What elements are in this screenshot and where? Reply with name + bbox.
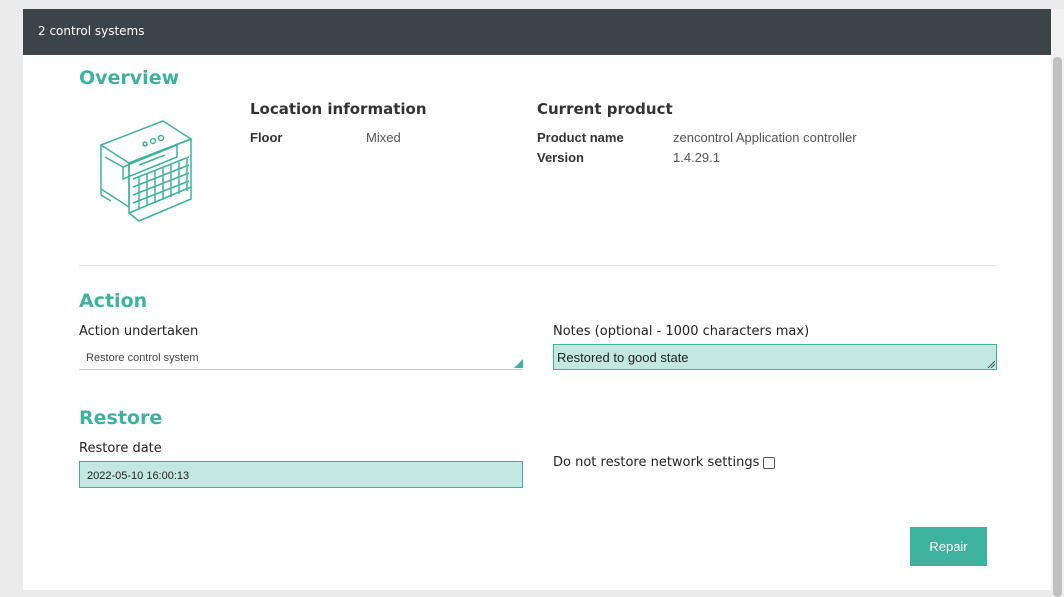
header-bar: 2 control systems <box>23 9 1051 55</box>
controller-device-icon <box>100 120 192 222</box>
restore-heading: Restore <box>79 407 163 429</box>
version-value: 1.4.29.1 <box>673 150 720 165</box>
dropdown-caret-icon <box>514 359 523 368</box>
repair-button[interactable]: Repair <box>910 527 987 566</box>
product-name-value: zencontrol Application controller <box>673 130 857 145</box>
product-heading: Current product <box>537 100 673 118</box>
action-undertaken-label: Action undertaken <box>79 324 199 339</box>
section-divider <box>79 265 997 266</box>
floor-value: Mixed <box>366 130 401 145</box>
network-settings-label: Do not restore network settings <box>553 455 760 470</box>
scrollbar-thumb[interactable] <box>1053 57 1062 597</box>
main-panel: 2 control systems Overview Location info… <box>23 9 1051 590</box>
restore-date-value: 2022-05-10 16:00:13 <box>87 470 190 482</box>
resize-grip-icon[interactable] <box>987 360 995 368</box>
header-title: 2 control systems <box>38 24 145 38</box>
floor-label: Floor <box>250 130 283 145</box>
product-name-label: Product name <box>537 130 624 145</box>
action-undertaken-select[interactable]: Restore control system <box>79 347 523 370</box>
action-heading: Action <box>79 290 148 312</box>
notes-textarea[interactable]: Restored to good state <box>553 344 997 370</box>
restore-date-input[interactable]: 2022-05-10 16:00:13 <box>79 461 523 488</box>
notes-label: Notes (optional - 1000 characters max) <box>553 324 810 339</box>
notes-value: Restored to good state <box>557 350 689 365</box>
action-undertaken-value: Restore control system <box>86 352 199 364</box>
location-heading: Location information <box>250 100 427 118</box>
network-settings-checkbox[interactable] <box>763 457 775 469</box>
restore-date-label: Restore date <box>79 441 162 456</box>
version-label: Version <box>537 150 584 165</box>
overview-heading: Overview <box>79 67 180 89</box>
scrollbar[interactable] <box>1051 9 1064 597</box>
